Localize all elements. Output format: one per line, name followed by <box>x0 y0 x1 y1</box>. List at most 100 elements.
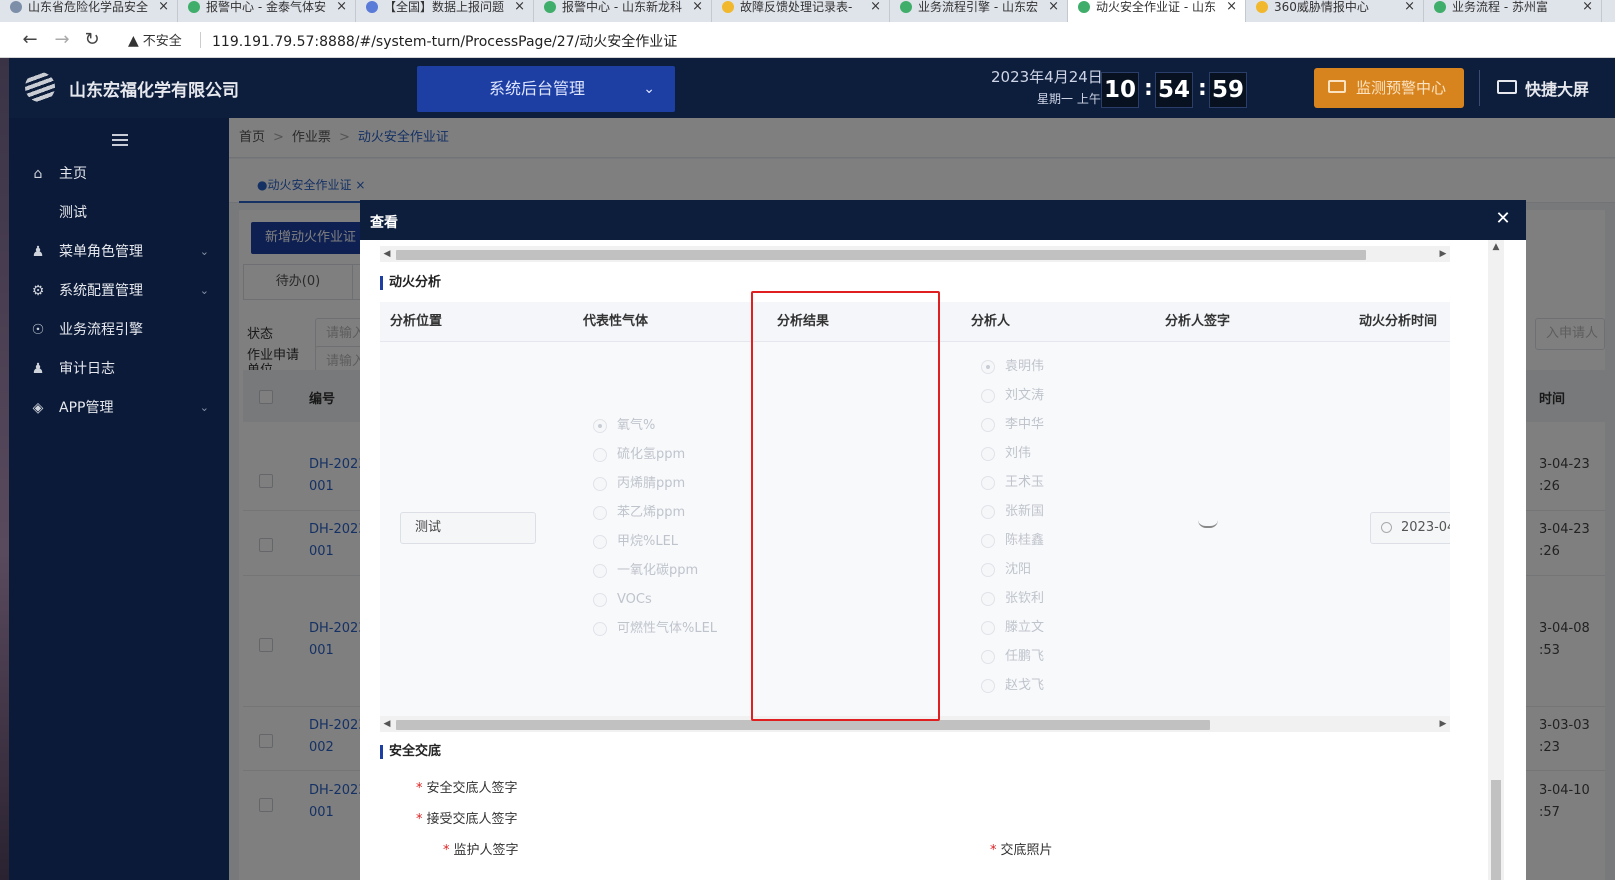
sidebar-item-audit-log[interactable]: ♟ 审计日志 <box>9 349 229 389</box>
analyst-radio-option[interactable]: 刘文涛 <box>981 389 1044 403</box>
gas-radio-option[interactable]: 甲烷%LEL <box>593 535 678 549</box>
menu-toggle-icon[interactable] <box>112 134 128 146</box>
browser-tab[interactable]: 业务流程 - 苏州富 × <box>1424 0 1602 22</box>
bigscreen-button[interactable]: 快捷大屏 <box>1497 76 1589 100</box>
analyst-radio-option[interactable]: 沈阳 <box>981 563 1031 577</box>
url-text[interactable]: 119.191.79.57:8888/#/system-turn/Process… <box>212 31 677 51</box>
close-icon[interactable]: × <box>870 0 881 14</box>
radio-button[interactable] <box>593 448 607 462</box>
close-icon[interactable]: × <box>336 0 347 14</box>
scrollbar-thumb[interactable] <box>396 250 1366 260</box>
scroll-left-icon[interactable]: ◀ <box>380 716 394 732</box>
scrollbar-thumb[interactable] <box>1491 780 1501 880</box>
browser-tab[interactable]: 故障反馈处理记录表- × <box>712 0 890 22</box>
scrollbar-thumb[interactable] <box>396 720 1210 730</box>
close-icon[interactable]: × <box>692 0 703 14</box>
gas-radio-option[interactable]: 苯乙烯ppm <box>593 506 685 520</box>
gas-radio-option[interactable]: 可燃性气体%LEL <box>593 622 717 636</box>
gas-radio-option[interactable]: 硫化氢ppm <box>593 448 685 462</box>
gas-radio-option[interactable]: 氧气% <box>593 419 655 433</box>
analyst-radio-option[interactable]: 王术玉 <box>981 476 1044 490</box>
radio-button[interactable] <box>593 506 607 520</box>
browser-tab[interactable]: 山东省危险化学品安全 × <box>0 0 178 22</box>
sidebar: ⌂ 主页 测试 ♟ 菜单角色管理 ⌄ ⚙ 系统配置管理 ⌄ ☉ 业务流程引擎 ♟ 审计日志 ◈… <box>9 118 229 880</box>
radio-button[interactable] <box>981 650 995 664</box>
dialog-title: 查看 <box>370 215 398 231</box>
monitor-warning-button[interactable]: 监测预警中心 <box>1314 68 1464 108</box>
radio-button[interactable] <box>981 534 995 548</box>
sidebar-item-home[interactable]: ⌂ 主页 <box>9 154 229 194</box>
security-warning[interactable]: ▲ 不安全 <box>128 30 182 49</box>
radio-button[interactable] <box>981 505 995 519</box>
sidebar-item-workflow[interactable]: ☉ 业务流程引擎 <box>9 310 229 350</box>
forward-icon[interactable]: → <box>50 28 74 52</box>
radio-button[interactable] <box>981 389 995 403</box>
radio-button[interactable] <box>981 476 995 490</box>
radio-button[interactable] <box>593 477 607 491</box>
browser-tab[interactable]: 【全国】数据上报问题 × <box>356 0 534 22</box>
analyst-radio-option[interactable]: 袁明伟 <box>981 360 1044 374</box>
360-icon <box>1256 1 1268 13</box>
browser-tab[interactable]: 业务流程引擎 - 山东宏 × <box>890 0 1068 22</box>
radio-button[interactable] <box>593 593 607 607</box>
scroll-right-icon[interactable]: ▶ <box>1436 716 1450 732</box>
close-icon[interactable]: × <box>158 0 169 14</box>
analyst-radio-option[interactable]: 张钦利 <box>981 592 1044 606</box>
close-icon[interactable]: × <box>1048 0 1059 14</box>
scroll-left-icon[interactable]: ◀ <box>380 246 394 262</box>
sidebar-item-app[interactable]: ◈ APP管理 ⌄ <box>9 388 229 428</box>
gas-radio-option[interactable]: VOCs <box>593 593 652 607</box>
analysis-time-input[interactable]: 2023-04 <box>1370 512 1450 544</box>
radio-button[interactable] <box>981 679 995 693</box>
radio-button[interactable] <box>593 535 607 549</box>
analyst-radio-option[interactable]: 张新国 <box>981 505 1044 519</box>
user-icon: ♟ <box>31 361 45 377</box>
company-name: 山东宏福化学有限公司 <box>69 81 239 101</box>
dialog-vertical-scrollbar[interactable]: ▲ <box>1488 240 1504 880</box>
radio-label: 苯乙烯ppm <box>617 505 686 520</box>
analyst-radio-option[interactable]: 任鹏飞 <box>981 650 1044 664</box>
top-horizontal-scrollbar[interactable]: ◀ ▶ <box>380 246 1450 262</box>
radio-button[interactable] <box>981 563 995 577</box>
sidebar-item-menu-role[interactable]: ♟ 菜单角色管理 ⌄ <box>9 232 229 272</box>
browser-tab[interactable]: 360威胁情报中心 × <box>1246 0 1424 22</box>
scroll-up-icon[interactable]: ▲ <box>1488 240 1504 254</box>
radio-button[interactable] <box>981 418 995 432</box>
reload-icon[interactable]: ↻ <box>80 28 104 52</box>
analyst-radio-option[interactable]: 滕立文 <box>981 621 1044 635</box>
close-icon[interactable]: ✕ <box>1492 208 1514 230</box>
analyst-radio-option[interactable]: 李中华 <box>981 418 1044 432</box>
radio-label: 李中华 <box>1005 417 1045 432</box>
radio-label: 氧气% <box>617 418 656 433</box>
scroll-right-icon[interactable]: ▶ <box>1436 246 1450 262</box>
radio-button[interactable] <box>593 622 607 636</box>
location-input[interactable]: 测试 <box>400 512 536 544</box>
close-icon[interactable]: × <box>514 0 525 14</box>
browser-tab[interactable]: 报警中心 - 金泰气体安 × <box>178 0 356 22</box>
emoji-icon <box>722 1 734 13</box>
close-icon[interactable]: × <box>1582 0 1593 14</box>
sidebar-item-test[interactable]: 测试 <box>9 193 229 233</box>
sidebar-item-system-config[interactable]: ⚙ 系统配置管理 ⌄ <box>9 271 229 311</box>
radio-button[interactable] <box>981 621 995 635</box>
close-icon[interactable]: × <box>1404 0 1415 14</box>
radio-button[interactable] <box>981 360 995 374</box>
browser-tab[interactable]: 动火安全作业证 - 山东 × <box>1068 0 1246 22</box>
analyst-radio-option[interactable]: 刘伟 <box>981 447 1031 461</box>
label-receiver-signature: * 接受交底人签字 <box>416 812 518 827</box>
radio-button[interactable] <box>981 447 995 461</box>
browser-tab[interactable]: 报警中心 - 山东新龙科 × <box>534 0 712 22</box>
radio-button[interactable] <box>593 564 607 578</box>
gas-radio-option[interactable]: 丙烯腈ppm <box>593 477 685 491</box>
system-select[interactable]: 系统后台管理 ⌄ <box>417 66 675 112</box>
back-icon[interactable]: ← <box>18 28 42 52</box>
radio-button[interactable] <box>981 592 995 606</box>
browser-tab-title: 故障反馈处理记录表- <box>740 0 853 14</box>
analyst-radio-option[interactable]: 赵戈飞 <box>981 679 1044 693</box>
clock-colon: : <box>1144 76 1153 101</box>
close-icon[interactable]: × <box>1226 0 1237 14</box>
radio-button[interactable] <box>593 419 607 433</box>
analyst-radio-option[interactable]: 陈桂鑫 <box>981 534 1044 548</box>
browser-tab-title: 业务流程引擎 - 山东宏 <box>918 0 1038 14</box>
gas-radio-option[interactable]: 一氧化碳ppm <box>593 564 698 578</box>
